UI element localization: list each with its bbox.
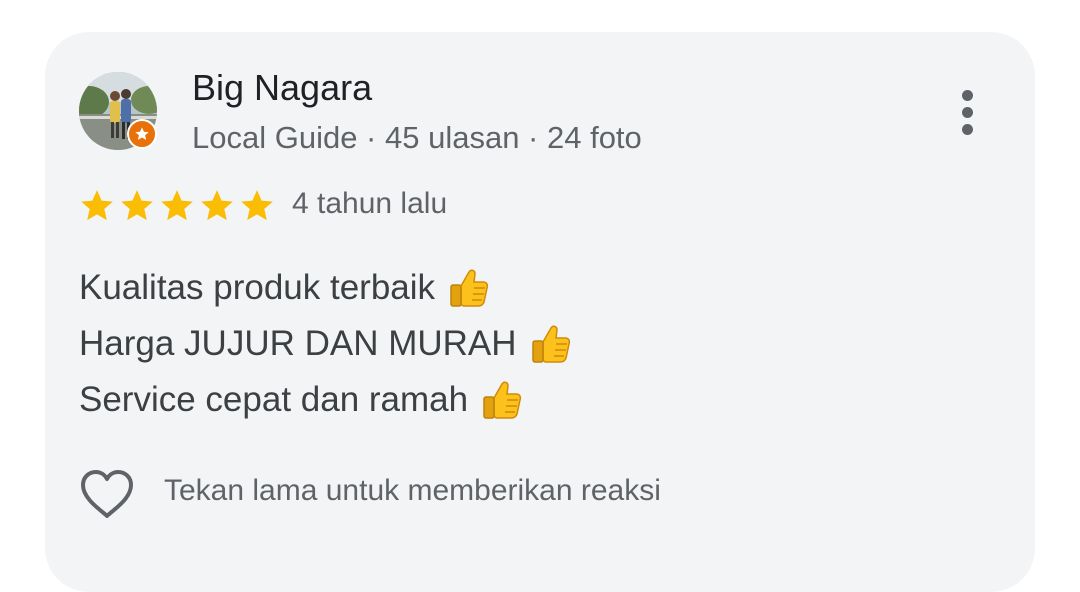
author-name[interactable]: Big Nagara xyxy=(192,67,372,109)
heart-outline-icon xyxy=(81,470,133,518)
star-icon xyxy=(121,190,153,221)
thumbs-up-icon xyxy=(447,266,491,310)
review-line-text: Service cepat dan ramah xyxy=(79,380,469,419)
more-vert-icon-dot xyxy=(961,106,973,118)
star-icon xyxy=(241,190,273,221)
star-icon xyxy=(81,190,113,221)
thumbs-up-icon xyxy=(529,322,573,366)
review-text: Kualitas produk terbaik Harga JUJUR DAN … xyxy=(79,260,573,428)
more-options-button[interactable] xyxy=(947,82,987,142)
review-line: Harga JUJUR DAN MURAH xyxy=(79,316,573,372)
review-line: Service cepat dan ramah xyxy=(79,372,573,428)
star-rating xyxy=(78,187,276,225)
local-guide-badge-icon xyxy=(127,119,157,149)
more-vert-icon-dot xyxy=(961,89,973,101)
more-vert-icon-dot xyxy=(961,123,973,135)
review-line-text: Kualitas produk terbaik xyxy=(79,268,436,307)
review-card: Big Nagara Local Guide · 45 ulasan · 24 … xyxy=(45,32,1035,592)
author-meta: Local Guide · 45 ulasan · 24 foto xyxy=(192,120,642,155)
thumbs-up-icon xyxy=(480,378,524,422)
star-icon xyxy=(201,190,233,221)
review-time: 4 tahun lalu xyxy=(292,187,448,220)
reaction-hint: Tekan lama untuk memberikan reaksi xyxy=(164,474,661,507)
star-icon xyxy=(161,190,193,221)
react-heart-button[interactable] xyxy=(79,468,135,520)
review-line-text: Harga JUJUR DAN MURAH xyxy=(79,324,517,363)
review-line: Kualitas produk terbaik xyxy=(79,260,573,316)
